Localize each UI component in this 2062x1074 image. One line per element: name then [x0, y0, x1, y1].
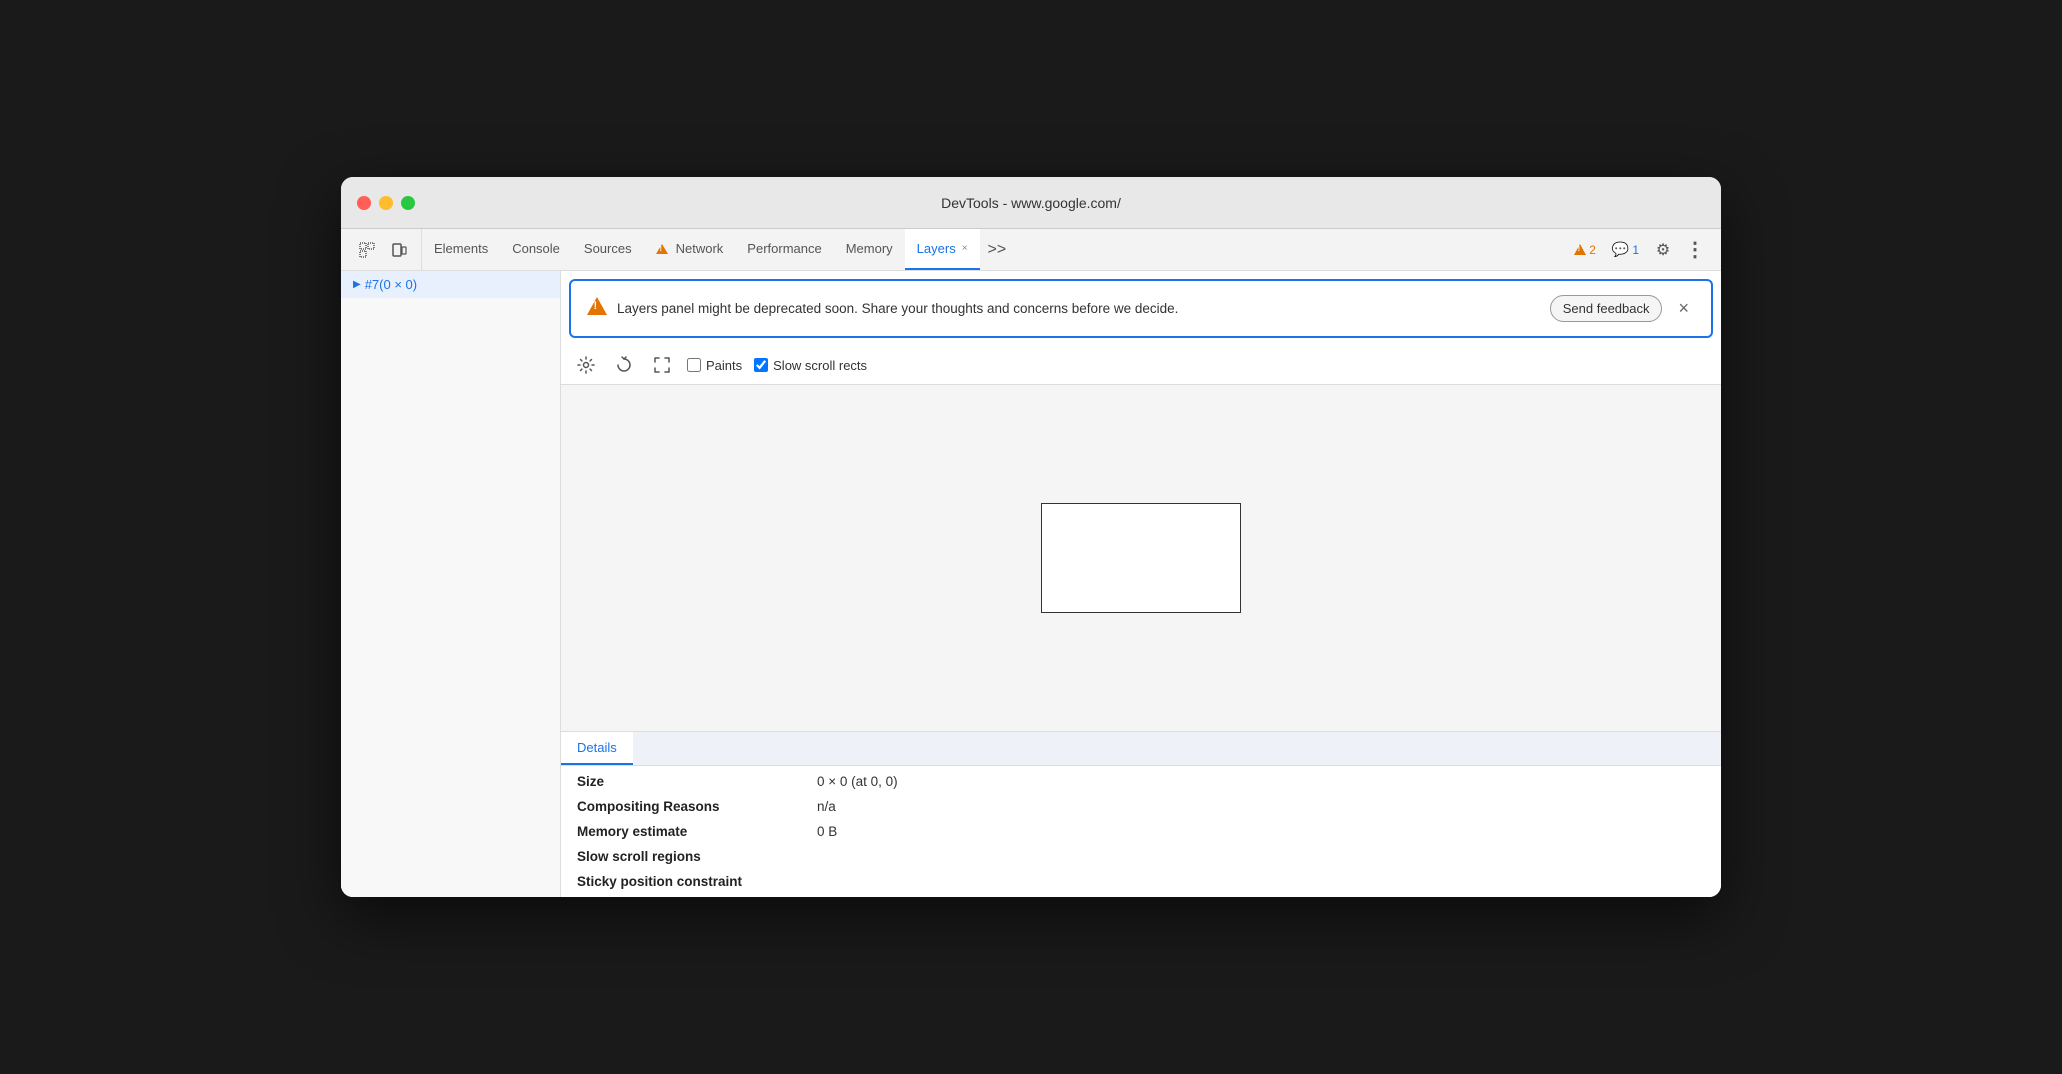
settings-icon[interactable] [1649, 236, 1677, 264]
devtools-body: Elements Console Sources ! Network Perfo… [341, 229, 1721, 897]
slow-scroll-rects-checkbox[interactable] [754, 358, 768, 372]
tab-bar-right: ! 2 💬 1 [1560, 236, 1717, 264]
maximize-button[interactable] [401, 196, 415, 210]
close-button[interactable] [357, 196, 371, 210]
minimize-button[interactable] [379, 196, 393, 210]
expand-arrow: ▶ [353, 279, 361, 290]
warning-triangle-icon: ! [587, 297, 607, 320]
main-content: ▶ #7(0 × 0) ! Layers panel might be depr… [341, 271, 1721, 897]
canvas-area [561, 385, 1721, 731]
tab-console[interactable]: Console [500, 229, 572, 270]
tab-network[interactable]: ! Network [644, 229, 736, 270]
layers-toolbar: Paints Slow scroll rects [561, 346, 1721, 385]
more-options-icon[interactable] [1681, 236, 1709, 264]
compositing-value: n/a [817, 799, 1705, 814]
sticky-value [817, 874, 1705, 889]
sticky-label: Sticky position constraint [577, 874, 797, 889]
tab-memory[interactable]: Memory [834, 229, 905, 270]
slow-scroll-rects-checkbox-label[interactable]: Slow scroll rects [754, 358, 867, 373]
tab-performance[interactable]: Performance [735, 229, 833, 270]
warning-message: Layers panel might be deprecated soon. S… [617, 301, 1540, 316]
send-feedback-button[interactable]: Send feedback [1550, 295, 1663, 322]
details-section: Details Size 0 × 0 (at 0, 0) Compositing… [561, 731, 1721, 897]
tab-details[interactable]: Details [561, 732, 633, 765]
sidebar: ▶ #7(0 × 0) [341, 271, 561, 897]
tab-icons [345, 229, 422, 270]
more-tabs-button[interactable]: >> [980, 229, 1015, 270]
sidebar-item-node1[interactable]: ▶ #7(0 × 0) [341, 271, 560, 298]
memory-label: Memory estimate [577, 824, 797, 839]
title-bar: DevTools - www.google.com/ [341, 177, 1721, 229]
details-tabs: Details [561, 732, 1721, 766]
paints-checkbox[interactable] [687, 358, 701, 372]
traffic-lights [357, 196, 415, 210]
pan-tool-icon[interactable] [573, 352, 599, 378]
compositing-label: Compositing Reasons [577, 799, 797, 814]
device-toggle-icon[interactable] [385, 236, 413, 264]
tabs-container: Elements Console Sources ! Network Perfo… [422, 229, 1560, 270]
warnings-badge[interactable]: ! 2 [1568, 241, 1602, 259]
tab-elements[interactable]: Elements [422, 229, 500, 270]
tab-sources[interactable]: Sources [572, 229, 644, 270]
inspect-element-icon[interactable] [353, 236, 381, 264]
layers-panel: ! Layers panel might be deprecated soon.… [561, 271, 1721, 897]
slow-scroll-value [817, 849, 1705, 864]
rotate-tool-icon[interactable] [611, 352, 637, 378]
size-value: 0 × 0 (at 0, 0) [817, 774, 1705, 789]
window-title: DevTools - www.google.com/ [941, 195, 1121, 211]
memory-value: 0 B [817, 824, 1705, 839]
info-badge[interactable]: 💬 1 [1606, 239, 1645, 260]
fit-to-screen-icon[interactable] [649, 352, 675, 378]
devtools-window: DevTools - www.google.com/ [341, 177, 1721, 897]
size-label: Size [577, 774, 797, 789]
tab-layers[interactable]: Layers × [905, 229, 980, 270]
details-grid: Size 0 × 0 (at 0, 0) Compositing Reasons… [561, 766, 1721, 897]
slow-scroll-label: Slow scroll regions [577, 849, 797, 864]
layer-rectangle [1041, 503, 1241, 613]
paints-checkbox-label[interactable]: Paints [687, 358, 742, 373]
warning-banner: ! Layers panel might be deprecated soon.… [569, 279, 1713, 338]
tab-bar: Elements Console Sources ! Network Perfo… [341, 229, 1721, 271]
close-banner-button[interactable]: × [1672, 296, 1695, 321]
tab-layers-close[interactable]: × [962, 243, 968, 254]
